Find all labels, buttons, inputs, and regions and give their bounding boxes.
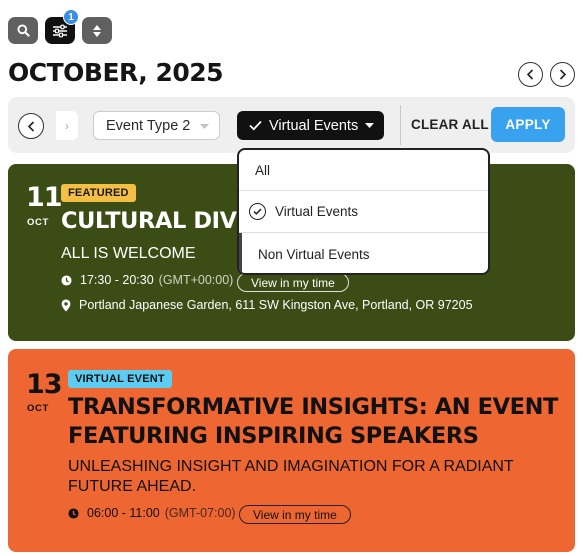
virtual-events-value: Virtual Events [269,117,359,134]
featured-badge: FEATURED [61,184,136,202]
apply-button[interactable]: APPLY [491,107,565,142]
event-location: Portland Japanese Garden, 611 SW Kingsto… [61,298,473,312]
dropdown-option-label: Virtual Events [275,204,359,219]
filter-sliders-icon [53,24,67,37]
view-in-my-time-button[interactable]: View in my time [239,505,351,524]
next-month-button[interactable] [550,62,575,87]
event-title[interactable]: CULTURAL DIVI [61,207,245,236]
checkmark-icon [249,120,262,131]
event-subtitle-line: FUTURE AHEAD. [68,478,197,495]
check-circle-icon [249,203,266,220]
chevron-right-icon [559,69,567,80]
dropdown-option-all[interactable]: All [239,150,488,191]
filter-partial-select[interactable]: › [56,111,78,140]
dropdown-option-label: All [255,162,271,178]
event-card-virtual[interactable]: 13 OCT VIRTUAL EVENT TRANSFORMATIVE INSI… [8,349,575,552]
event-title-line: TRANSFORMATIVE INSIGHTS: AN EVENT [68,394,559,420]
filter-count-badge: 1 [63,9,79,25]
filter-bar: › Event Type 2 Virtual Events CLEAR ALL … [8,97,575,153]
event-title[interactable]: TRANSFORMATIVE INSIGHTS: AN EVENT FEATUR… [68,393,558,451]
virtual-events-select[interactable]: Virtual Events [237,111,384,140]
event-time-range: 17:30 - 20:30 [80,273,154,287]
chevron-left-icon [27,120,34,132]
event-type-select[interactable]: Event Type 2 [93,111,220,140]
event-title-line: FEATURING INSPIRING SPEAKERS [68,423,479,449]
virtual-event-badge: VIRTUAL EVENT [68,370,172,388]
event-timezone: (GMT+00:00) [158,273,234,287]
event-day: 13 [26,369,63,400]
caret-down-icon [200,124,209,129]
prev-month-button[interactable] [518,62,543,87]
filter-divider [400,105,401,145]
filter-scroll-left-button[interactable] [18,113,44,139]
chevron-left-icon [526,69,534,80]
event-timezone: (GMT-07:00) [164,506,236,520]
event-subtitle-line: UNLEASHING INSIGHT AND IMAGINATION FOR A… [68,458,514,475]
map-pin-icon [61,299,71,312]
dropdown-option-label: Non Virtual Events [258,246,370,262]
event-subtitle: UNLEASHING INSIGHT AND IMAGINATION FOR A… [68,457,514,497]
toolbar: 1 [8,9,112,44]
event-type-value: Event Type 2 [106,117,191,134]
dropdown-option-non-virtual-events[interactable]: Non Virtual Events [239,233,488,273]
search-icon [16,24,30,37]
view-in-my-time-button[interactable]: View in my time [237,273,349,292]
event-location-text: Portland Japanese Garden, 611 SW Kingsto… [79,298,473,312]
caret-down-icon [365,123,374,128]
event-month: OCT [27,217,49,228]
event-time-range: 06:00 - 11:00 [87,506,160,520]
clock-icon [61,274,72,286]
event-subtitle: ALL IS WELCOME [61,245,196,262]
filter-button[interactable]: 1 [45,9,79,44]
virtual-events-dropdown: All Virtual Events Non Virtual Events [237,148,490,275]
clear-all-button[interactable]: CLEAR ALL [411,117,489,132]
month-title: OCTOBER, 2025 [8,58,224,87]
event-month: OCT [27,403,49,414]
sort-toggle-button[interactable] [82,17,112,44]
sort-toggle-icon [93,24,101,37]
event-time: 17:30 - 20:30 (GMT+00:00) [61,273,233,287]
event-day: 11 [26,182,63,213]
clock-icon [68,507,79,519]
search-button[interactable] [8,17,38,44]
dropdown-option-virtual-events[interactable]: Virtual Events [239,191,488,233]
event-time: 06:00 - 11:00 (GMT-07:00) [68,506,236,520]
